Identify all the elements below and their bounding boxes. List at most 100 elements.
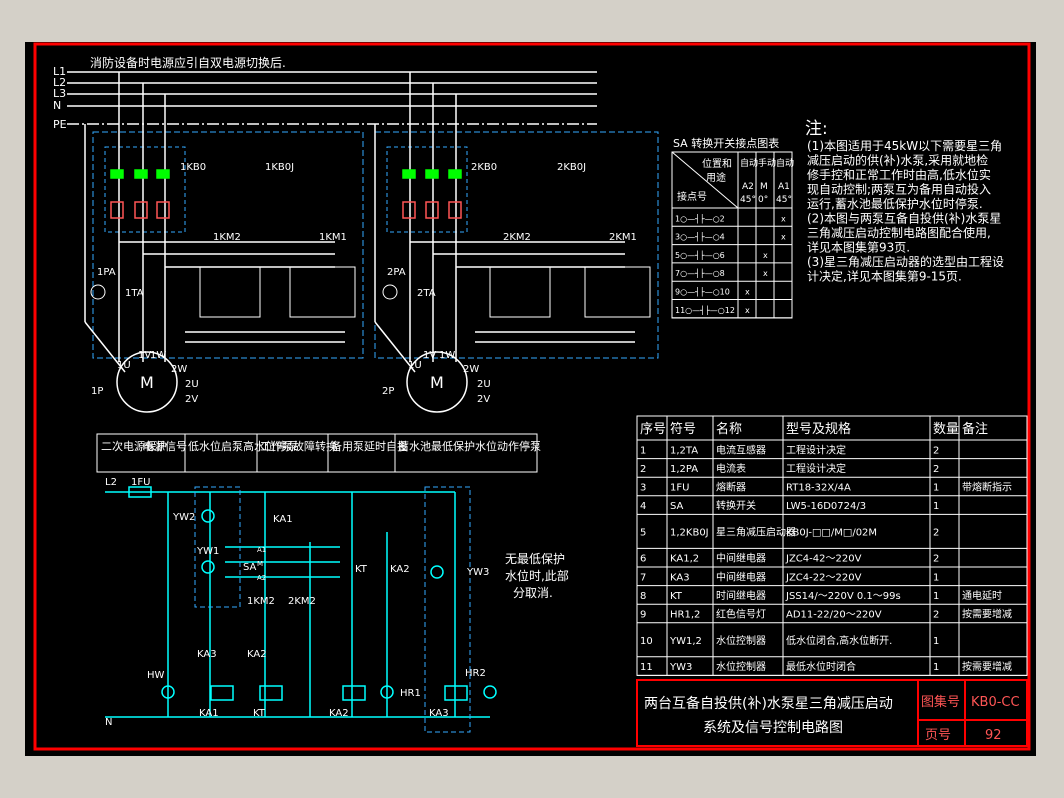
pump1-breaker-label: 1KB0 xyxy=(180,162,206,173)
parts-cell-10-2: 水位控制器 xyxy=(716,660,766,673)
ctrl-hw-label: HW xyxy=(147,670,165,681)
control-circuit: 二次电源保护电源信号 低水位启泵高水位停泵工作泵故障转换备用泵延时自投蓄水池最低保… xyxy=(96,433,569,733)
parts-cell-4-4: 2 xyxy=(933,527,939,538)
parts-cell-8-5: 按需要增减 xyxy=(962,608,1012,621)
pump2-km1-contacts xyxy=(584,266,651,318)
sa-col-mid-0: A2 xyxy=(742,182,754,192)
parts-cell-2-1: 1FU xyxy=(670,483,689,494)
sa-hdr-use: 用途 xyxy=(706,171,726,184)
sa-row-mark-4-0: x xyxy=(745,288,750,297)
pump2-out-w: 2W xyxy=(463,364,479,375)
parts-cell-4-3: KB0J-□□/M□/02M xyxy=(786,527,877,538)
parts-cell-3-2: 转换开关 xyxy=(716,499,756,512)
parts-cell-2-2: 熔断器 xyxy=(716,481,746,494)
page-value: 92 xyxy=(985,728,1002,743)
parts-cell-0-3: 工程设计决定 xyxy=(786,443,846,456)
notes-line-7: 详见本图集第93页. xyxy=(807,240,910,255)
coil-kt xyxy=(259,685,283,701)
ctrl-coil-ka1: KA1 xyxy=(199,708,219,719)
pump1-km2-label: 1KM2 xyxy=(213,232,241,243)
pump1-p-label: 1P xyxy=(91,386,103,397)
pump2-out-v: 2V xyxy=(477,394,490,405)
pump1-breaker-contact-l2 xyxy=(134,169,148,179)
bus-label-n: N xyxy=(53,99,61,112)
sa-col-mid-2: A1 xyxy=(778,182,790,192)
pump1-motor-symbol: M xyxy=(140,373,154,392)
parts-cell-0-1: 1,2TA xyxy=(670,445,698,456)
pump1-starter-outline xyxy=(92,131,364,359)
pump2-phase-v: 1V xyxy=(423,350,436,361)
yw2-float-symbol xyxy=(201,509,215,523)
sa-table-title: SA 转换开关接点图表 xyxy=(673,136,779,150)
pump2-km2-label: 2KM2 xyxy=(503,232,531,243)
parts-cell-5-4: 2 xyxy=(933,554,939,565)
pump1-overload-l2 xyxy=(134,201,148,219)
parts-table: 序号 符号 名称 型号及规格 数量 备注 1 1,2TA 电流互感器 工程设计决定 22 1,2PA… xyxy=(636,415,1028,676)
pump2-overload-l1 xyxy=(402,201,416,219)
sa-col-top-0: 自动 xyxy=(740,157,758,169)
pump1-power-circuit: 1KB0 1KB0J 1KM2 1KM1 1PA 1TA 1U 1V 1W 2W… xyxy=(84,72,364,413)
sa-row-label-1: 3○—┤├—○4 xyxy=(675,232,725,242)
parts-cell-6-2: 中间继电器 xyxy=(716,570,766,583)
sa-row-label-2: 5○—┤├—○6 xyxy=(675,250,725,260)
ctrl-l2-label: L2 xyxy=(105,477,117,488)
pump2-breaker-label: 2KB0 xyxy=(471,162,497,173)
parts-header-3: 型号及规格 xyxy=(786,421,851,437)
ctrl-sa-m: M xyxy=(257,560,263,568)
title-line-1: 两台互备自投供(补)水泵星三角减压启动 xyxy=(644,695,893,712)
parts-cell-10-0: 11 xyxy=(640,662,653,673)
pump1-km1-contacts xyxy=(289,266,356,318)
pump2-overload-l3 xyxy=(448,201,462,219)
pump2-breaker-contact-l3 xyxy=(448,169,462,179)
pump2-breaker-contact-l2 xyxy=(425,169,439,179)
parts-cell-1-2: 电流表 xyxy=(716,462,746,475)
parts-cell-5-3: JZC4-42～220V xyxy=(785,554,862,565)
ctrl-ka2-contact: KA2 xyxy=(247,649,267,660)
ctrl-km-1: 1KM2 xyxy=(247,596,275,607)
pump1-km1-label: 1KM1 xyxy=(319,232,347,243)
parts-cell-10-5: 按需要增减 xyxy=(962,660,1012,673)
pump1-breaker-outline xyxy=(104,146,186,233)
ctrl-sa-label: SA xyxy=(243,562,257,573)
parts-cell-8-3: AD11-22/20～220V xyxy=(786,610,882,621)
sa-row-label-3: 7○—┤├—○8 xyxy=(675,268,725,278)
notes-line-3: 现自动控制;两泵互为备用自动投入 xyxy=(807,182,991,197)
notes-line-9: 计决定,详见本图集第9-15页. xyxy=(807,269,962,284)
notes-line-0: (1)本图适用于45kW以下需要星三角 xyxy=(807,139,1002,153)
function-header-4: 备用泵延时自投 xyxy=(331,439,408,453)
parts-cell-1-3: 工程设计决定 xyxy=(786,462,846,475)
function-header-3: 工作泵故障转换 xyxy=(260,439,337,453)
pump2-km1-label: 2KM1 xyxy=(609,232,637,243)
pump1-breaker-contact-l1 xyxy=(110,169,124,179)
notes-line-4: 运行,蓄水池最低保护水位时停泵. xyxy=(807,196,983,211)
parts-cell-1-1: 1,2PA xyxy=(670,464,698,475)
pump1-phase-w: 1W xyxy=(150,350,166,361)
parts-cell-7-5: 通电延时 xyxy=(962,589,1002,602)
pump1-starter-label: 1KB0J xyxy=(265,162,294,173)
pump1-pa-label: 1PA xyxy=(97,267,116,278)
side-note-2: 水位时,此部 xyxy=(505,568,569,583)
pump2-phase-w: 1W xyxy=(439,350,455,361)
sa-col-top-2: 自动 xyxy=(776,157,794,169)
sa-hdr-contact: 接点号 xyxy=(677,190,707,203)
parts-cell-10-4: 1 xyxy=(933,662,939,673)
parts-header-4: 数量 xyxy=(933,422,959,437)
sa-contact-table: SA 转换开关接点图表 位置和 用途 接点号 自动 A2 45° 手动 M 0° 自动 A1 4… xyxy=(671,136,794,319)
parts-cell-4-1: 1,2KB0J xyxy=(670,527,709,538)
ctrl-ka2-top: KA2 xyxy=(390,564,410,575)
ctrl-yw1-label: YW1 xyxy=(196,546,219,557)
coil-ka1 xyxy=(210,685,234,701)
pump2-pa-label: 2PA xyxy=(387,267,406,278)
parts-cell-1-0: 2 xyxy=(640,464,646,475)
notes-line-2: 修手控和正常工作时由高,低水位实 xyxy=(807,167,991,182)
parts-cell-8-4: 2 xyxy=(933,610,939,621)
ctrl-sa-a1: A1 xyxy=(257,546,266,554)
sa-col-bot-0: 45° xyxy=(740,195,756,205)
parts-cell-0-0: 1 xyxy=(640,445,646,456)
parts-cell-3-0: 4 xyxy=(640,501,646,512)
schematic-drawing: 消防设备时电源应引自双电源切换后. L1 L2 L3 N PE 1KB0 1KB… xyxy=(33,42,1031,751)
sa-col-bot-1: 0° xyxy=(758,195,768,205)
parts-cell-6-0: 7 xyxy=(640,572,646,583)
parts-cell-10-3: 最低水位时闭合 xyxy=(786,660,856,673)
pump1-km2-contacts xyxy=(199,266,261,318)
